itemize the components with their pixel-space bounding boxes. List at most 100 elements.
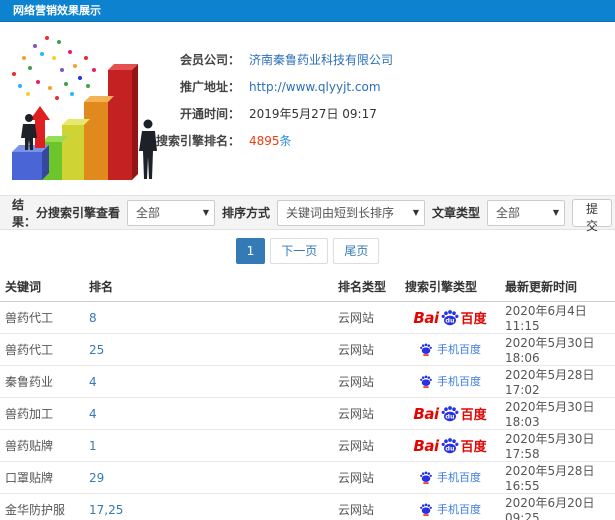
baidu-mobile-logo: 手机百度	[419, 501, 481, 517]
pagination: 1 下一页 尾页	[0, 230, 615, 272]
cell-updated: 2020年5月30日 18:03	[500, 397, 615, 430]
promo-url-label: 推广地址：	[179, 80, 240, 94]
filter-bar: 结果： 分搜索引擎查看 全部 排序方式 关键词由短到长排序 文章类型 全部 提交	[0, 195, 615, 233]
submit-button[interactable]: 提交	[572, 198, 613, 233]
cell-engine-type: 手机百度	[400, 461, 500, 494]
rank-link[interactable]: 25	[89, 343, 104, 357]
engine-filter-select[interactable]: 全部	[127, 199, 216, 226]
cell-rank-type: 云网站	[333, 493, 400, 520]
article-type-wrap: 全部	[487, 199, 566, 226]
svg-text:du: du	[445, 412, 455, 420]
rank-count-unit: 条	[279, 134, 292, 148]
cell-rank: 25	[84, 333, 333, 366]
rank-link[interactable]: 8	[89, 311, 97, 325]
svg-text:du: du	[445, 316, 455, 324]
cell-rank: 17,25	[84, 493, 333, 520]
table-row: 秦鲁药业 4 云网站 手机百度 2020年5月28日 17:02	[0, 365, 615, 398]
open-time-label: 开通时间：	[179, 107, 240, 121]
baidu-logo-name-text: 百度	[460, 440, 487, 455]
result-label: 结果：	[12, 197, 37, 229]
baidu-paw-icon	[420, 342, 432, 356]
baidu-logo-bai-text: Bai	[413, 308, 439, 327]
page-button-last[interactable]: 尾页	[333, 238, 380, 264]
baidu-mobile-name-text: 手机百度	[437, 342, 481, 356]
baidu-paw-icon	[420, 470, 432, 484]
member-info: 会员公司： 济南秦鲁药业科技有限公司 推广地址： http://www.qlyy…	[138, 46, 393, 154]
cell-engine-type: Bai du 百度	[400, 301, 500, 334]
baidu-mobile-logo: 手机百度	[419, 469, 481, 485]
header-rank-type: 排名类型	[333, 272, 400, 302]
cell-rank: 29	[84, 461, 333, 494]
cell-keyword: 兽药代工	[0, 301, 84, 334]
rank-link[interactable]: 1	[89, 439, 97, 453]
cell-updated: 2020年5月28日 17:02	[500, 365, 615, 398]
cell-engine-type: 手机百度	[400, 333, 500, 366]
cell-updated: 2020年6月4日 11:15	[500, 301, 615, 334]
table-row: 兽药代工 8 云网站 Bai du 百度 2020年6月4日 11:15	[0, 301, 615, 334]
svg-text:du: du	[445, 444, 455, 452]
baidu-logo-bai-text: Bai	[413, 404, 439, 423]
profile-section: 会员公司： 济南秦鲁药业科技有限公司 推广地址： http://www.qlyy…	[0, 22, 615, 195]
baidu-pc-logo: Bai du 百度	[413, 404, 486, 424]
cell-rank: 4	[84, 397, 333, 430]
member-company-label: 会员公司：	[179, 53, 240, 67]
rank-link[interactable]: 4	[89, 375, 97, 389]
baidu-paw-icon: du	[441, 437, 458, 453]
cell-rank-type: 云网站	[333, 333, 400, 366]
cell-rank-type: 云网站	[333, 365, 400, 398]
sort-filter-label: 排序方式	[222, 206, 271, 220]
table-row: 金华防护服 17,25 云网站 手机百度 2020年6月20日 09:25	[0, 493, 615, 520]
page-button-next[interactable]: 下一页	[270, 238, 329, 264]
baidu-logo-name-text: 百度	[460, 408, 487, 423]
baidu-logo-bai-text: Bai	[413, 436, 439, 455]
cell-updated: 2020年5月30日 18:06	[500, 333, 615, 366]
table-row: 兽药贴牌 1 云网站 Bai du 百度 2020年5月30日 17:58	[0, 429, 615, 462]
bar-blue-cube	[12, 145, 49, 180]
header-keyword: 关键词	[0, 272, 84, 302]
results-table: 关键词 排名 排名类型 搜索引擎类型 最新更新时间 兽药代工 8 云网站 Bai du 百…	[0, 272, 615, 520]
rank-count: 4895	[249, 134, 280, 148]
sort-filter-select[interactable]: 关键词由短到长排序	[277, 199, 426, 226]
header-updated: 最新更新时间	[500, 272, 615, 302]
cell-keyword: 口罩贴牌	[0, 461, 84, 494]
cell-keyword: 兽药代工	[0, 333, 84, 366]
page-title: 网络营销效果展示	[13, 4, 101, 17]
cell-rank-type: 云网站	[333, 397, 400, 430]
filter-controls: 分搜索引擎查看 全部 排序方式 关键词由短到长排序 文章类型 全部 提交	[36, 198, 613, 233]
sort-filter-wrap: 关键词由短到长排序	[277, 199, 426, 226]
rank-link[interactable]: 29	[89, 471, 104, 485]
page-button-current[interactable]: 1	[235, 238, 266, 264]
rank-link[interactable]: 4	[89, 407, 97, 421]
engine-filter-wrap: 全部	[127, 199, 216, 226]
engine-filter-label: 分搜索引擎查看	[36, 206, 121, 220]
cell-rank: 1	[84, 429, 333, 462]
baidu-pc-logo: Bai du 百度	[413, 436, 486, 456]
baidu-logo-name-text: 百度	[460, 312, 487, 327]
baidu-pc-logo: Bai du 百度	[413, 308, 486, 328]
table-row: 兽药代工 25 云网站 手机百度 2020年5月30日 18:06	[0, 333, 615, 366]
engine-rank-row: 搜索引擎排名： 4895条	[138, 127, 393, 154]
cell-engine-type: Bai du 百度	[400, 429, 500, 462]
promo-url-link[interactable]: http://www.qlyyjt.com	[249, 80, 381, 94]
cell-rank-type: 云网站	[333, 461, 400, 494]
header-engine-type: 搜索引擎类型	[400, 272, 500, 302]
cell-keyword: 秦鲁药业	[0, 365, 84, 398]
cell-rank: 8	[84, 301, 333, 334]
table-row: 兽药加工 4 云网站 Bai du 百度 2020年5月30日 18:03	[0, 397, 615, 430]
cell-keyword: 兽药贴牌	[0, 429, 84, 462]
rank-link[interactable]: 17,25	[89, 503, 123, 517]
baidu-mobile-name-text: 手机百度	[437, 374, 481, 388]
cell-keyword: 兽药加工	[0, 397, 84, 430]
cell-keyword: 金华防护服	[0, 493, 84, 520]
engine-rank-value: 4895条	[249, 132, 292, 149]
table-row: 口罩贴牌 29 云网站 手机百度 2020年5月28日 16:55	[0, 461, 615, 494]
article-type-select[interactable]: 全部	[487, 199, 566, 226]
baidu-mobile-name-text: 手机百度	[437, 502, 481, 516]
open-time-row: 开通时间： 2019年5月27日 09:17	[138, 100, 393, 127]
cell-updated: 2020年5月30日 17:58	[500, 429, 615, 462]
baidu-mobile-name-text: 手机百度	[437, 470, 481, 484]
cell-updated: 2020年5月28日 16:55	[500, 461, 615, 494]
bar-red	[108, 64, 138, 180]
member-company-link[interactable]: 济南秦鲁药业科技有限公司	[249, 51, 393, 68]
open-time-value: 2019年5月27日 09:17	[249, 107, 377, 121]
